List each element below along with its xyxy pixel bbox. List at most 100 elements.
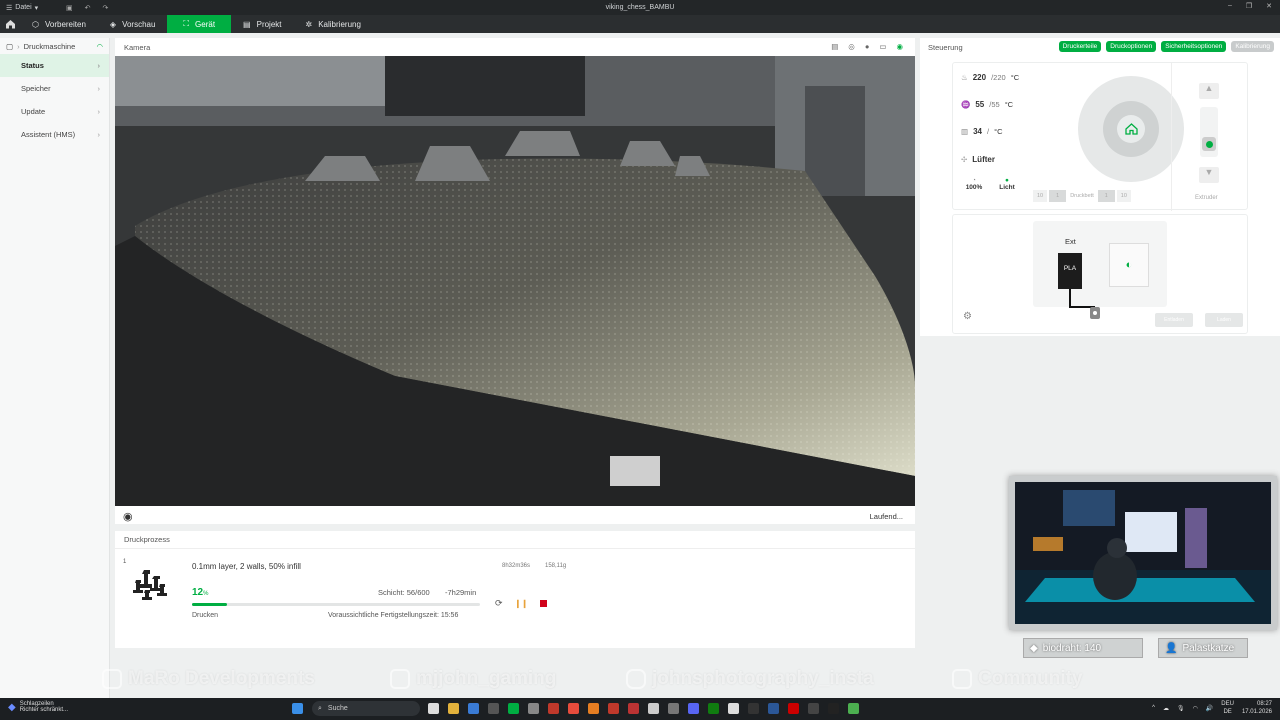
live-icon[interactable]: ◉ xyxy=(896,42,903,51)
folder-icon[interactable] xyxy=(448,703,459,714)
video-icon[interactable]: ▭ xyxy=(879,42,886,51)
app-icon[interactable] xyxy=(808,703,819,714)
nozzle-target[interactable]: /220 xyxy=(991,73,1006,82)
app-icon[interactable] xyxy=(608,703,619,714)
chamber-temp: ▥ 34 / °C xyxy=(961,127,1003,136)
redo-icon[interactable]: ↷ xyxy=(103,4,109,12)
app-icon[interactable] xyxy=(488,703,499,714)
bed-down-10[interactable]: 10 xyxy=(1116,190,1131,202)
app-icon[interactable] xyxy=(468,703,479,714)
chevron-up-icon[interactable]: ^ xyxy=(1152,705,1155,711)
app-icon[interactable] xyxy=(528,703,539,714)
sidebar-item-status[interactable]: Status › xyxy=(0,54,109,77)
progress-unit: % xyxy=(203,591,209,597)
motion-card: ♨ 220/220 °C ♒ 55/55 °C ▥ 34 / °C ✣ Lüfter ◔ 100%… xyxy=(952,62,1248,211)
sdcard-icon[interactable]: ▤ xyxy=(831,42,838,51)
pause-icon[interactable]: ❙❙ xyxy=(515,599,528,608)
social-discord-2: Community xyxy=(952,667,1083,691)
record-icon[interactable]: ● xyxy=(865,42,870,51)
progress-bar-fill xyxy=(192,603,227,606)
stop-icon[interactable] xyxy=(539,600,547,607)
record-toggle-icon[interactable]: ◉ xyxy=(123,510,133,523)
search-box[interactable]: ⌕ Suche xyxy=(312,701,420,716)
sidebar-item-label: Speicher xyxy=(21,84,51,93)
app-icon[interactable] xyxy=(728,703,739,714)
app-icon[interactable] xyxy=(708,703,719,714)
cloud-icon[interactable]: ☁ xyxy=(1163,705,1169,712)
app-icon[interactable] xyxy=(508,703,519,714)
bed-up-1[interactable]: 1 xyxy=(1049,190,1067,202)
toolhead-icon xyxy=(1090,307,1100,319)
clock[interactable]: 08:27 17.01.2026 xyxy=(1242,700,1272,716)
home-button[interactable] xyxy=(1117,115,1145,143)
app-icon[interactable] xyxy=(748,703,759,714)
search-icon: ⌕ xyxy=(318,704,322,712)
app-icon[interactable] xyxy=(428,703,439,714)
xy-jog-pad[interactable] xyxy=(1078,76,1184,182)
bed-target[interactable]: /55 xyxy=(989,100,999,109)
light-control[interactable]: ● Licht xyxy=(996,177,1018,191)
app-icon[interactable] xyxy=(588,703,599,714)
printer-name: Druckmaschine xyxy=(23,41,76,51)
nozzle-current: 220 xyxy=(972,73,987,82)
ams-settings-icon[interactable]: ⚙ xyxy=(963,311,972,322)
sidebar-item-update[interactable]: Update › xyxy=(0,100,109,123)
jog-inner-ring[interactable] xyxy=(1103,101,1159,157)
tab-prepare[interactable]: ⬡ Vorbereiten xyxy=(20,15,98,33)
filament-slot[interactable]: PLA xyxy=(1058,253,1082,289)
language-indicator[interactable]: DEU DE xyxy=(1221,700,1234,716)
file-menu[interactable]: ☰ Datei ▾ xyxy=(0,4,60,12)
unload-button[interactable]: Entladen xyxy=(1155,313,1193,327)
undo-icon[interactable]: ↶ xyxy=(85,4,91,12)
extruder-slider[interactable] xyxy=(1200,107,1218,157)
extruder-down-button[interactable]: ▼ xyxy=(1199,167,1219,183)
app-icon[interactable] xyxy=(628,703,639,714)
printer-selector[interactable]: ▢ › Druckmaschine ◠ xyxy=(0,38,109,54)
app-icon[interactable] xyxy=(828,703,839,714)
app-icon[interactable] xyxy=(548,703,559,714)
ams-card: Ext PLA ◐ ⚙ Entladen Laden xyxy=(952,214,1248,334)
tab-project[interactable]: ▤ Projekt xyxy=(231,15,293,33)
tab-preview[interactable]: ◈ Vorschau xyxy=(98,15,168,33)
sidebar-item-storage[interactable]: Speicher › xyxy=(0,77,109,100)
chamber-target[interactable]: / xyxy=(987,127,989,136)
mic-icon[interactable]: 🎙 xyxy=(1177,705,1185,712)
extruder-up-button[interactable]: ▲ xyxy=(1199,83,1219,99)
print-options-button[interactable]: Druckoptionen xyxy=(1106,41,1157,52)
app-icon[interactable] xyxy=(788,703,799,714)
plate-index: 1 xyxy=(123,559,127,565)
home-icon[interactable] xyxy=(0,19,20,29)
tab-calibration[interactable]: ✲ Kalibrierung xyxy=(294,15,373,33)
filament-type: PLA xyxy=(1063,265,1077,272)
app-icon[interactable] xyxy=(568,703,579,714)
app-icon[interactable] xyxy=(688,703,699,714)
printer-parts-button[interactable]: Druckerteile xyxy=(1058,41,1102,52)
tab-device[interactable]: ⛶ Gerät xyxy=(167,15,232,33)
app-icon[interactable] xyxy=(648,703,659,714)
volume-icon[interactable]: 🔊 xyxy=(1206,705,1213,712)
pinned-apps xyxy=(428,703,859,714)
maximize-icon[interactable]: ❐ xyxy=(1246,2,1252,10)
calibration-button[interactable]: Kalibrierung xyxy=(1231,41,1274,52)
save-icon[interactable]: ▣ xyxy=(66,4,73,12)
close-icon[interactable]: ✕ xyxy=(1266,2,1272,10)
speed-control[interactable]: ◔ 100% xyxy=(963,177,985,191)
bed-up-10[interactable]: 10 xyxy=(1033,190,1048,202)
news-widget[interactable]: ◆ Schlagzeilen Richter schränkt... xyxy=(8,701,68,713)
app-icon[interactable] xyxy=(848,703,859,714)
wifi-icon[interactable]: ◠ xyxy=(1193,705,1198,712)
sidebar-item-hms[interactable]: Assistent (HMS) › xyxy=(0,123,109,146)
refresh-icon[interactable]: ⟳ xyxy=(495,598,503,609)
windows-start-icon[interactable] xyxy=(292,703,303,714)
app-icon[interactable] xyxy=(768,703,779,714)
chevron-right-icon: › xyxy=(97,61,101,70)
load-button[interactable]: Laden xyxy=(1205,313,1243,327)
bed-down-1[interactable]: 1 xyxy=(1097,190,1115,202)
fan-button[interactable]: ✣ Lüfter xyxy=(961,155,995,164)
minimize-icon[interactable]: – xyxy=(1228,2,1232,10)
progress-percent: 12% xyxy=(192,587,208,598)
fan-label: Lüfter xyxy=(972,155,995,164)
timelapse-icon[interactable]: ◎ xyxy=(848,42,855,51)
safety-options-button[interactable]: Sicherheitsoptionen xyxy=(1161,41,1227,52)
app-icon[interactable] xyxy=(668,703,679,714)
